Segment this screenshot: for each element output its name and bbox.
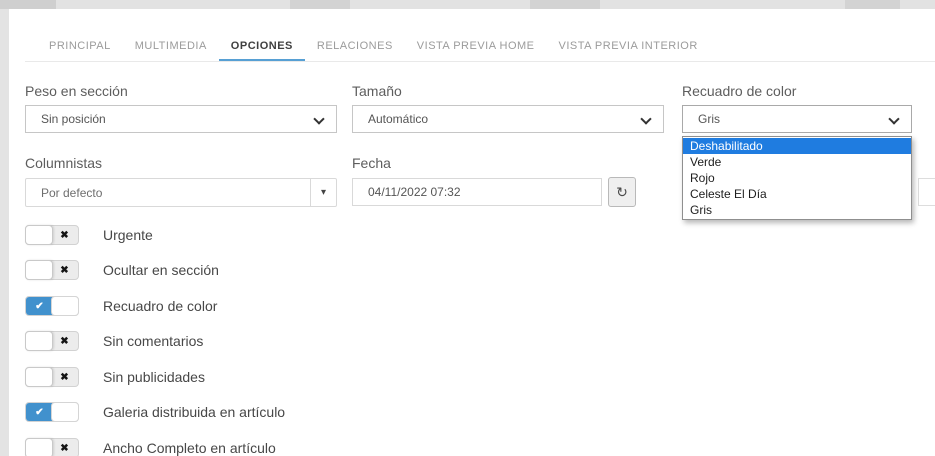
peso-seccion-value: Sin posición <box>41 112 106 126</box>
toggle-mark-icon: ✖ <box>51 261 78 279</box>
toggle-row-sin-comentarios: ✖ Sin comentarios <box>25 331 203 351</box>
sin-comentarios-toggle[interactable]: ✖ <box>25 331 79 351</box>
recuadro-color-value: Gris <box>698 112 720 126</box>
urgente-label: Urgente <box>103 227 153 243</box>
galeria-distribuida-toggle[interactable]: ✔ <box>25 402 79 422</box>
tamano-select[interactable]: Automático <box>352 105 664 133</box>
toggle-row-urgente: ✖ Urgente <box>25 225 153 245</box>
tab-vista-previa-home[interactable]: VISTA PREVIA HOME <box>405 30 547 61</box>
ancho-completo-label: Ancho Completo en artículo <box>103 440 276 456</box>
peso-seccion-select[interactable]: Sin posición <box>25 105 337 133</box>
cms-options-panel: PRINCIPAL MULTIMEDIA OPCIONES RELACIONES… <box>0 0 935 456</box>
columnistas-combobox[interactable]: Por defecto ▾ <box>25 178 337 207</box>
tamano-label: Tamaño <box>352 83 402 99</box>
toggle-row-galeria-distribuida: ✔ Galeria distribuida en artículo <box>25 402 285 422</box>
tab-vista-previa-interior[interactable]: VISTA PREVIA INTERIOR <box>547 30 710 61</box>
cutoff-field[interactable] <box>918 178 935 206</box>
window-top-edge <box>0 0 935 9</box>
toggle-thumb <box>25 438 53 456</box>
refresh-icon: ↻ <box>616 184 628 201</box>
dropdown-option-verde[interactable]: Verde <box>683 154 911 170</box>
dropdown-option-celeste-el-dia[interactable]: Celeste El Día <box>683 186 911 202</box>
toggle-thumb <box>51 402 79 422</box>
toggle-mark-icon: ✔ <box>26 297 53 315</box>
dropdown-option-deshabilitado[interactable]: Deshabilitado <box>683 138 911 154</box>
dropdown-option-gris[interactable]: Gris <box>683 202 911 218</box>
tab-multimedia[interactable]: MULTIMEDIA <box>123 30 219 61</box>
toggle-row-recuadro-de-color: ✔ Recuadro de color <box>25 296 217 316</box>
chevron-down-icon <box>315 115 323 123</box>
toggle-mark-icon: ✖ <box>51 439 78 456</box>
toggle-mark-icon: ✖ <box>51 332 78 350</box>
toggle-thumb <box>25 331 53 351</box>
window-left-edge <box>0 0 9 456</box>
window-edge-segment <box>530 0 600 9</box>
toggle-mark-icon: ✖ <box>51 368 78 386</box>
urgente-toggle[interactable]: ✖ <box>25 225 79 245</box>
sin-publicidades-label: Sin publicidades <box>103 369 205 385</box>
recuadro-color-dropdown: Deshabilitado Verde Rojo Celeste El Día … <box>682 136 912 220</box>
tab-principal[interactable]: PRINCIPAL <box>37 30 123 61</box>
tamano-value: Automático <box>368 112 428 126</box>
recuadro-de-color-toggle[interactable]: ✔ <box>25 296 79 316</box>
sin-comentarios-label: Sin comentarios <box>103 333 203 349</box>
ocultar-en-seccion-label: Ocultar en sección <box>103 262 219 278</box>
sin-publicidades-toggle[interactable]: ✖ <box>25 367 79 387</box>
refresh-date-button[interactable]: ↻ <box>608 177 636 207</box>
toggle-thumb <box>25 225 53 245</box>
tab-divider <box>25 61 935 62</box>
window-edge-segment <box>290 0 350 9</box>
fecha-label: Fecha <box>352 155 391 171</box>
dropdown-option-rojo[interactable]: Rojo <box>683 170 911 186</box>
chevron-down-icon <box>642 115 650 123</box>
toggle-thumb <box>25 260 53 280</box>
window-edge-segment <box>0 0 56 9</box>
toggle-row-sin-publicidades: ✖ Sin publicidades <box>25 367 205 387</box>
toggle-thumb <box>25 367 53 387</box>
tab-opciones[interactable]: OPCIONES <box>219 30 305 61</box>
window-edge-segment <box>845 0 900 9</box>
recuadro-color-select[interactable]: Gris <box>682 105 912 133</box>
peso-seccion-label: Peso en sección <box>25 83 128 99</box>
caret-down-icon[interactable]: ▾ <box>310 179 336 206</box>
fecha-input[interactable] <box>352 178 602 206</box>
galeria-distribuida-label: Galeria distribuida en artículo <box>103 404 285 420</box>
toggle-mark-icon: ✔ <box>26 403 53 421</box>
toggle-thumb <box>51 296 79 316</box>
recuadro-de-color-label: Recuadro de color <box>103 298 217 314</box>
toggle-mark-icon: ✖ <box>51 226 78 244</box>
ocultar-en-seccion-toggle[interactable]: ✖ <box>25 260 79 280</box>
columnistas-value: Por defecto <box>26 186 310 200</box>
columnistas-label: Columnistas <box>25 155 102 171</box>
recuadro-color-label: Recuadro de color <box>682 83 796 99</box>
toggle-row-ocultar-en-seccion: ✖ Ocultar en sección <box>25 260 219 280</box>
toggle-row-ancho-completo: ✖ Ancho Completo en artículo <box>25 438 276 456</box>
ancho-completo-toggle[interactable]: ✖ <box>25 438 79 456</box>
tab-bar: PRINCIPAL MULTIMEDIA OPCIONES RELACIONES… <box>25 30 935 61</box>
tab-relaciones[interactable]: RELACIONES <box>305 30 405 61</box>
chevron-down-icon <box>890 115 898 123</box>
